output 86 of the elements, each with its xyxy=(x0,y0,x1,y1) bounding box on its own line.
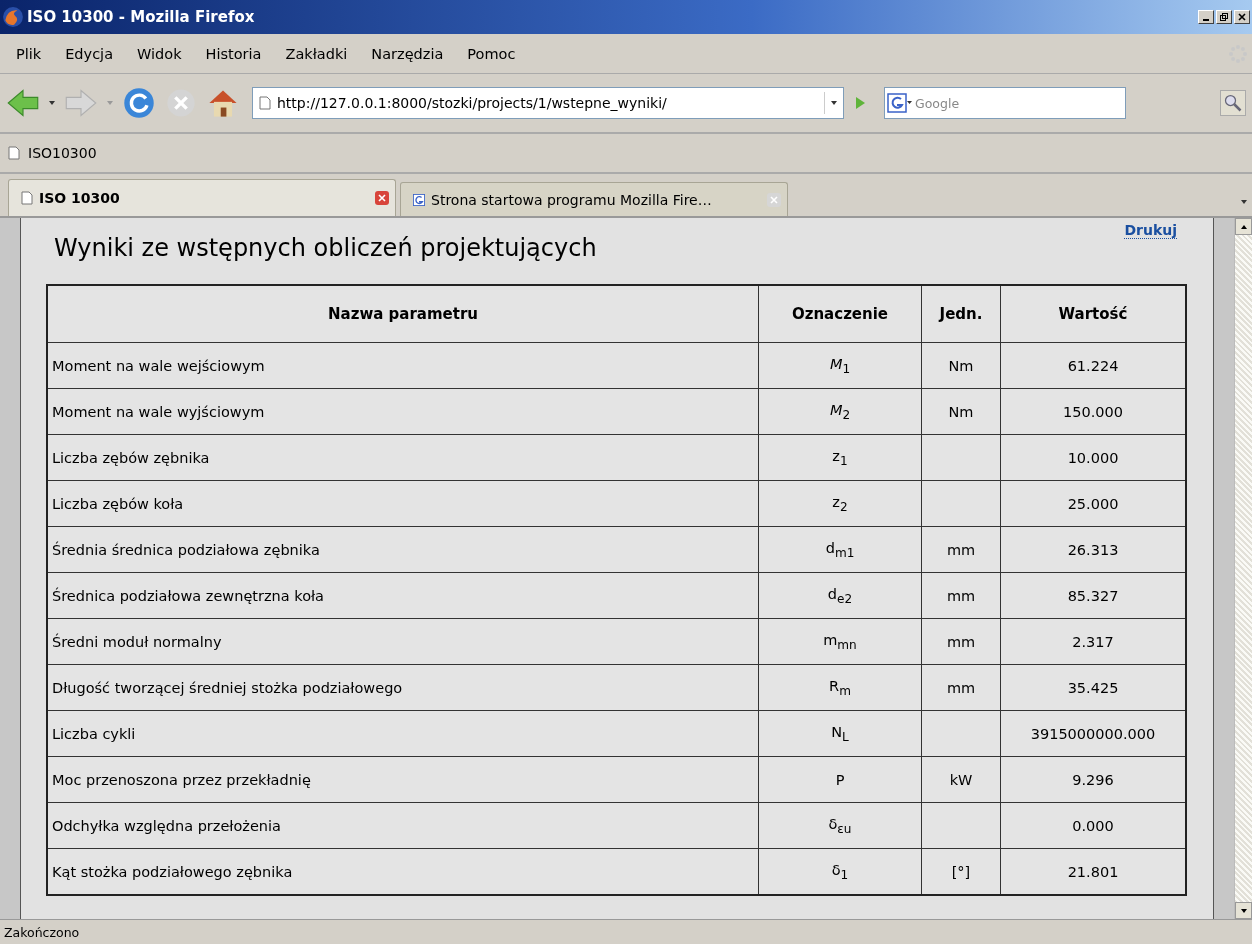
table-cell: Kąt stożka podziałowego zębnika xyxy=(47,848,759,895)
page-icon xyxy=(259,96,271,110)
bookmark-item[interactable]: ISO10300 xyxy=(28,145,97,161)
search-icon xyxy=(1223,93,1243,113)
column-header: Oznaczenie xyxy=(758,285,922,343)
address-field[interactable]: http://127.0.0.1:8000/stozki/projects/1/wstepne_wyniki/ xyxy=(252,87,844,119)
table-cell: 26.313 xyxy=(1000,526,1186,573)
table-cell: Nm xyxy=(921,388,1001,435)
menu-item[interactable]: Edycja xyxy=(53,45,126,62)
minimize-button[interactable] xyxy=(1198,10,1214,24)
table-cell: 3915000000.000 xyxy=(1000,710,1186,757)
table-cell: mm xyxy=(921,572,1001,619)
table-cell: 25.000 xyxy=(1000,480,1186,527)
table-cell: Liczba cykli xyxy=(47,710,759,757)
table-cell: δ$_{1}$ xyxy=(758,848,922,895)
scroll-down-icon[interactable] xyxy=(1235,902,1252,919)
table-cell: d$_{m1}$ xyxy=(758,526,922,573)
page-heading: Wyniki ze wstępnych obliczeń projektujących xyxy=(54,233,597,262)
search-engine-icon xyxy=(413,192,425,207)
close-icon xyxy=(1237,12,1247,22)
browser-logo-icon xyxy=(2,6,24,28)
table-cell: P xyxy=(758,756,922,803)
close-button[interactable] xyxy=(1234,10,1250,24)
table-cell: 2.317 xyxy=(1000,618,1186,665)
table-cell: Średni moduł normalny xyxy=(47,618,759,665)
browser-tab[interactable]: ISO 10300 xyxy=(8,179,396,216)
table-cell: 10.000 xyxy=(1000,434,1186,481)
restore-icon xyxy=(1219,12,1229,22)
table-cell: Nm xyxy=(921,342,1001,389)
table-cell: 0.000 xyxy=(1000,802,1186,849)
page-icon xyxy=(8,146,20,160)
menu-item[interactable]: Zakładki xyxy=(273,45,360,62)
dropdown-caret-icon[interactable] xyxy=(48,99,56,107)
table-cell: 9.296 xyxy=(1000,756,1186,803)
table-cell: Długość tworzącej średniej stożka podziałowego xyxy=(47,664,759,711)
column-header: Jedn. xyxy=(921,285,1001,343)
table-cell: N$_{L}$ xyxy=(758,710,922,757)
menu-item[interactable]: Pomoc xyxy=(455,45,528,62)
window-title: ISO 10300 - Mozilla Firefox xyxy=(27,8,256,26)
table-cell: Liczba zębów koła xyxy=(47,480,759,527)
table-cell: Średnica podziałowa zewnętrzna koła xyxy=(47,572,759,619)
table-cell: m$_{mn}$ xyxy=(758,618,922,665)
search-button[interactable] xyxy=(1220,90,1246,116)
reload-icon[interactable] xyxy=(122,86,156,120)
table-cell: R$_{m}$ xyxy=(758,664,922,711)
table-cell: Moment na wale wejściowym xyxy=(47,342,759,389)
menu-item[interactable]: Narzędzia xyxy=(359,45,456,62)
table-cell: M$_{2}$ xyxy=(758,388,922,435)
maximize-button[interactable] xyxy=(1216,10,1232,24)
column-header: Wartość xyxy=(1000,285,1186,343)
table-cell: d$_{e2}$ xyxy=(758,572,922,619)
table-cell: Moment na wale wyjściowym xyxy=(47,388,759,435)
table-cell: z$_{2}$ xyxy=(758,480,922,527)
table-cell: mm xyxy=(921,526,1001,573)
menu-item[interactable]: Historia xyxy=(193,45,274,62)
print-link[interactable]: Drukuj xyxy=(1124,222,1177,239)
table-cell: 21.801 xyxy=(1000,848,1186,895)
table-cell: mm xyxy=(921,664,1001,711)
page-icon xyxy=(21,191,33,205)
table-cell: 61.224 xyxy=(1000,342,1186,389)
search-engine-icon[interactable] xyxy=(887,93,913,113)
menu-item[interactable]: Widok xyxy=(125,45,194,62)
menu-item[interactable]: Plik xyxy=(4,45,54,62)
table-cell: 35.425 xyxy=(1000,664,1186,711)
table-cell: δ$_{εu}$ xyxy=(758,802,922,849)
table-cell: Liczba zębów zębnika xyxy=(47,434,759,481)
table-cell: Moc przenoszona przez przekładnię xyxy=(47,756,759,803)
search-field[interactable]: Google xyxy=(884,87,1126,119)
table-cell: kW xyxy=(921,756,1001,803)
table-cell: 150.000 xyxy=(1000,388,1186,435)
minimize-icon xyxy=(1203,19,1209,21)
browser-tab[interactable]: Strona startowa programu Mozilla Fire… xyxy=(400,182,788,216)
table-cell: Odchyłka względna przełożenia xyxy=(47,802,759,849)
table-cell: Średnia średnica podziałowa zębnika xyxy=(47,526,759,573)
table-cell: mm xyxy=(921,618,1001,665)
table-cell: M$_{1}$ xyxy=(758,342,922,389)
column-header: Nazwa parametru xyxy=(47,285,759,343)
back-arrow-icon[interactable] xyxy=(6,86,40,120)
table-cell: [°] xyxy=(921,848,1001,895)
table-cell: 85.327 xyxy=(1000,572,1186,619)
tab-list-caret-icon[interactable] xyxy=(1240,198,1248,206)
vertical-scrollbar[interactable] xyxy=(1234,218,1252,919)
scroll-up-icon[interactable] xyxy=(1235,218,1252,235)
tab-close-icon[interactable] xyxy=(375,191,389,205)
status-text: Zakończono xyxy=(4,924,80,940)
table-cell: z$_{1}$ xyxy=(758,434,922,481)
